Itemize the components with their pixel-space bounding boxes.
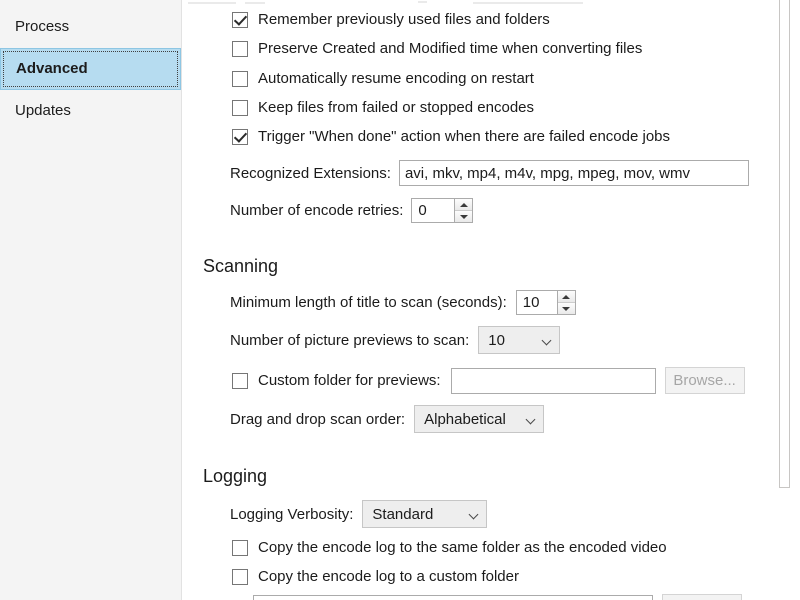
logging-verbosity-label: Logging Verbosity:: [230, 506, 353, 523]
min-title-length-value[interactable]: 10: [517, 291, 557, 314]
checkbox-copy-log-same-folder[interactable]: [232, 540, 248, 556]
checkbox-label: Automatically resume encoding on restart: [258, 70, 534, 87]
chevron-down-icon: [527, 415, 536, 424]
checkbox-copy-log-custom-folder[interactable]: [232, 569, 248, 585]
preferences-window: Process Advanced Updates Remember previo…: [0, 0, 800, 600]
checkbox-label: Remember previously used files and folde…: [258, 11, 550, 28]
panel-right-edge: [779, 0, 790, 488]
logging-verbosity-value: Standard: [372, 506, 433, 523]
checkbox-row-preserve-time[interactable]: Preserve Created and Modified time when …: [232, 40, 642, 57]
checkbox-preserve-time[interactable]: [232, 41, 248, 57]
checkbox-remember-files[interactable]: [232, 12, 248, 28]
custom-log-folder-input[interactable]: [253, 595, 653, 600]
scan-order-row: Drag and drop scan order: Alphabetical: [230, 405, 544, 433]
browse-preview-folder-button[interactable]: Browse...: [665, 367, 745, 394]
sidebar-item-label: Advanced: [16, 60, 88, 77]
checkbox-label: Keep files from failed or stopped encode…: [258, 99, 534, 116]
sidebar-item-process[interactable]: Process: [0, 6, 181, 48]
clipped-row-above: [183, 0, 800, 5]
logging-section-heading: Logging: [203, 466, 267, 487]
scan-order-dropdown[interactable]: Alphabetical: [414, 405, 544, 433]
scanning-section-heading: Scanning: [203, 256, 278, 277]
custom-preview-folder-row: Custom folder for previews: Browse...: [232, 367, 745, 394]
encode-retries-value[interactable]: 0: [412, 199, 454, 222]
scan-order-value: Alphabetical: [424, 411, 506, 428]
checkbox-row-trigger-when-done[interactable]: Trigger "When done" action when there ar…: [232, 128, 670, 145]
chevron-down-icon: [470, 510, 479, 519]
encode-retries-row: Number of encode retries: 0: [230, 198, 473, 223]
checkbox-label: Copy the encode log to a custom folder: [258, 568, 519, 585]
checkbox-custom-preview-folder[interactable]: [232, 373, 248, 389]
picture-previews-row: Number of picture previews to scan: 10: [230, 326, 560, 354]
scan-order-label: Drag and drop scan order:: [230, 411, 405, 428]
encode-retries-spinner[interactable]: 0: [411, 198, 473, 223]
custom-log-folder-row-clipped: [253, 594, 742, 600]
min-title-length-row: Minimum length of title to scan (seconds…: [230, 290, 576, 315]
checkbox-keep-failed-files[interactable]: [232, 100, 248, 116]
browse-log-folder-button[interactable]: [662, 594, 742, 600]
encode-retries-label: Number of encode retries:: [230, 202, 403, 219]
picture-previews-value: 10: [488, 332, 505, 349]
checkbox-label: Trigger "When done" action when there ar…: [258, 128, 670, 145]
stepper-down-icon[interactable]: [558, 303, 575, 314]
checkbox-label: Copy the encode log to the same folder a…: [258, 539, 667, 556]
checkbox-trigger-when-done[interactable]: [232, 129, 248, 145]
checkbox-row-remember-files[interactable]: Remember previously used files and folde…: [232, 11, 550, 28]
sidebar-item-advanced[interactable]: Advanced: [0, 48, 181, 90]
encode-retries-stepper[interactable]: [454, 199, 472, 222]
sidebar-item-updates[interactable]: Updates: [0, 90, 181, 132]
recognized-extensions-input[interactable]: avi, mkv, mp4, m4v, mpg, mpeg, mov, wmv: [399, 160, 749, 186]
custom-preview-folder-label: Custom folder for previews:: [258, 372, 441, 389]
recognized-extensions-label: Recognized Extensions:: [230, 165, 391, 182]
min-title-length-label: Minimum length of title to scan (seconds…: [230, 294, 507, 311]
chevron-down-icon: [543, 336, 552, 345]
checkbox-label: Preserve Created and Modified time when …: [258, 40, 642, 57]
picture-previews-label: Number of picture previews to scan:: [230, 332, 469, 349]
checkbox-row-auto-resume[interactable]: Automatically resume encoding on restart: [232, 70, 534, 87]
recognized-extensions-row: Recognized Extensions: avi, mkv, mp4, m4…: [230, 160, 749, 186]
sidebar: Process Advanced Updates: [0, 0, 182, 600]
logging-verbosity-dropdown[interactable]: Standard: [362, 500, 487, 528]
logging-verbosity-row: Logging Verbosity: Standard: [230, 500, 487, 528]
stepper-up-icon[interactable]: [558, 291, 575, 303]
custom-preview-folder-input[interactable]: [451, 368, 656, 394]
stepper-down-icon[interactable]: [455, 211, 472, 222]
settings-content-panel: Remember previously used files and folde…: [183, 0, 800, 600]
min-title-length-stepper[interactable]: [557, 291, 575, 314]
checkbox-row-copy-log-custom-folder[interactable]: Copy the encode log to a custom folder: [232, 568, 519, 585]
sidebar-item-label: Process: [15, 18, 69, 35]
picture-previews-dropdown[interactable]: 10: [478, 326, 560, 354]
checkbox-auto-resume[interactable]: [232, 71, 248, 87]
sidebar-item-label: Updates: [15, 102, 71, 119]
checkbox-row-keep-failed-files[interactable]: Keep files from failed or stopped encode…: [232, 99, 534, 116]
stepper-up-icon[interactable]: [455, 199, 472, 211]
min-title-length-spinner[interactable]: 10: [516, 290, 576, 315]
checkbox-row-copy-log-same-folder[interactable]: Copy the encode log to the same folder a…: [232, 539, 667, 556]
